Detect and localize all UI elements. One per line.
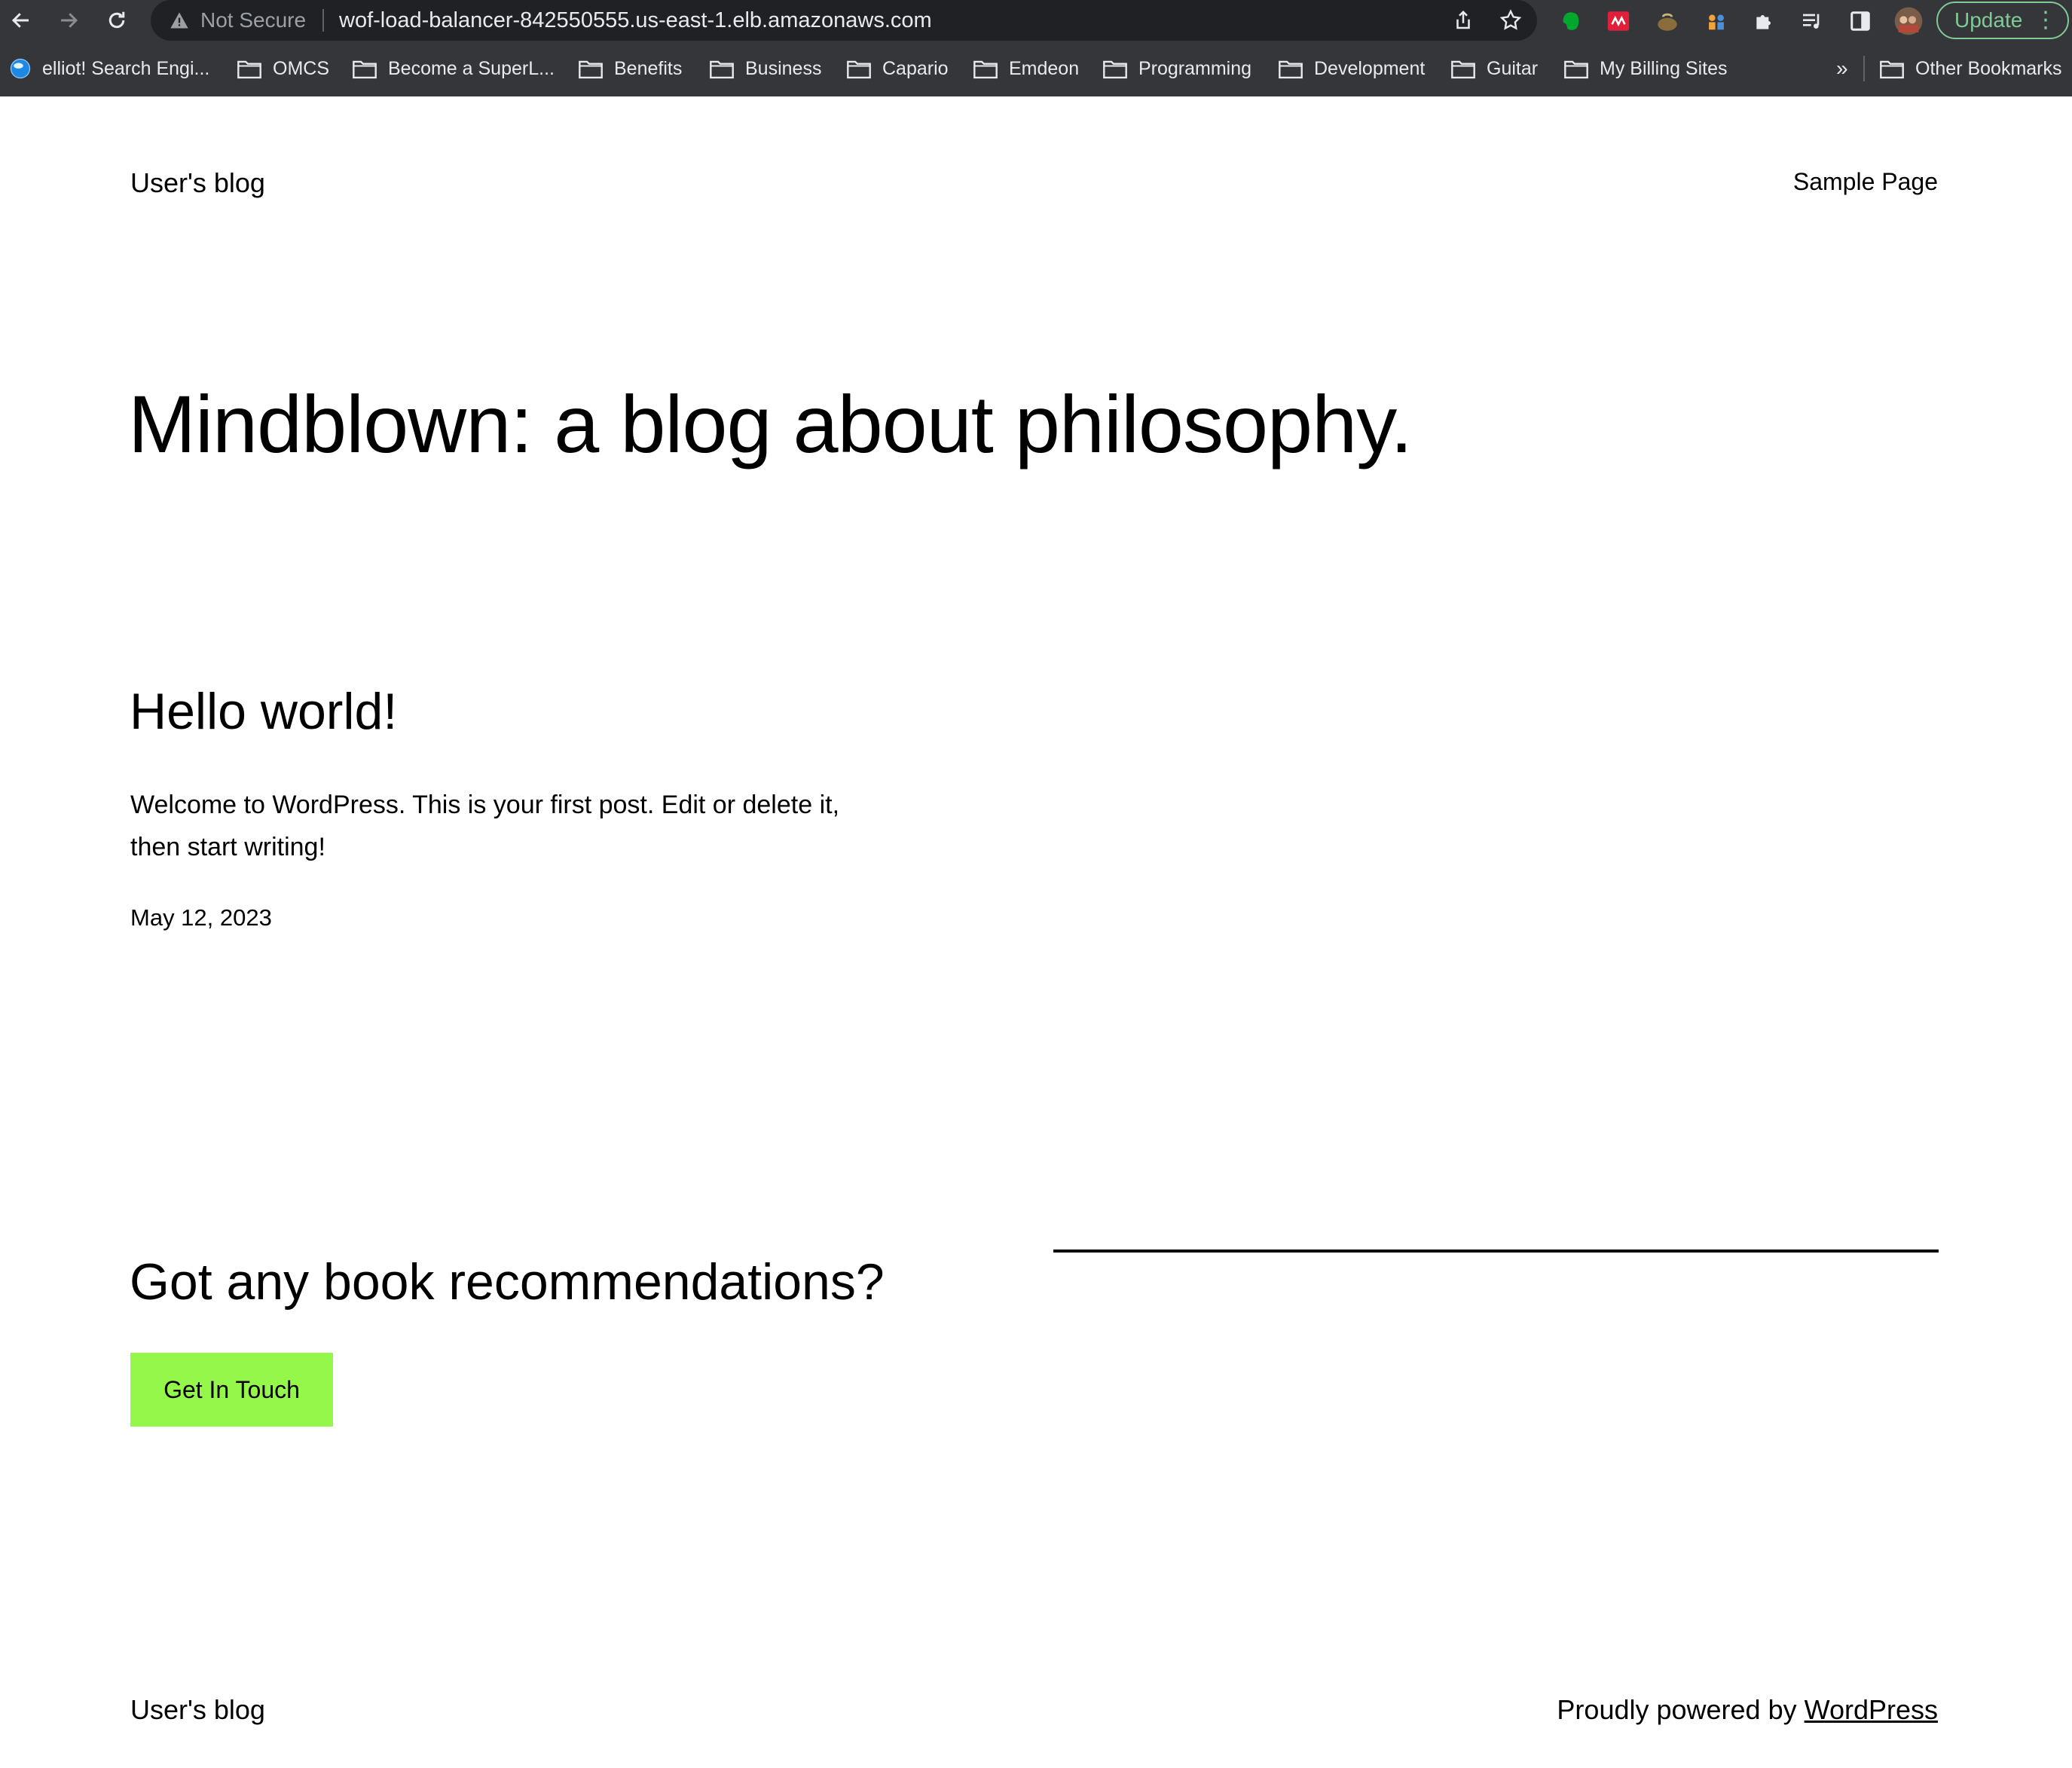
- site-title-link[interactable]: User's blog: [130, 167, 265, 199]
- post-title-link[interactable]: Hello world!: [130, 682, 397, 741]
- separator-line: [1053, 1250, 1939, 1253]
- browser-toolbar: Not Secure wof-load-balancer-842550555.u…: [0, 0, 2072, 41]
- folder-icon: [710, 60, 734, 79]
- nav-sample-page[interactable]: Sample Page: [1793, 168, 1938, 196]
- cta-heading: Got any book recommendations?: [130, 1253, 885, 1311]
- bookmark-star-icon[interactable]: [1496, 6, 1525, 35]
- bookmark-label: Emdeon: [1009, 57, 1080, 79]
- bookmark-programming[interactable]: Programming: [1102, 41, 1251, 96]
- bookmark-label: Capario: [882, 57, 949, 79]
- pot-extension-icon[interactable]: [1652, 6, 1682, 36]
- arrow-right-icon: [61, 13, 78, 28]
- footer-credit: Proudly powered by WordPress: [1557, 1694, 1938, 1726]
- page-hero-title: Mindblown: a blog about philosophy.: [128, 378, 1413, 470]
- bookmark-emdeon[interactable]: Emdeon: [973, 41, 1079, 96]
- bookmark-label: Business: [745, 57, 822, 79]
- warning-icon: [170, 12, 188, 29]
- bookmark-my-billing-sites[interactable]: My Billing Sites: [1563, 41, 1728, 96]
- kebab-menu-icon[interactable]: ⋮: [2034, 3, 2057, 38]
- arrow-left-icon: [11, 13, 29, 28]
- url-text[interactable]: wof-load-balancer-842550555.us-east-1.el…: [339, 0, 932, 41]
- bookmark-business[interactable]: Business: [709, 41, 821, 96]
- back-button[interactable]: [2, 0, 40, 41]
- reload-button[interactable]: [98, 0, 136, 41]
- forward-button[interactable]: [50, 0, 87, 41]
- side-panel-icon[interactable]: [1845, 6, 1875, 36]
- post-excerpt: Welcome to WordPress. This is your first…: [130, 791, 840, 861]
- folder-icon: [847, 60, 871, 79]
- footer-credit-prefix: Proudly powered by: [1557, 1694, 1805, 1725]
- wordpress-link[interactable]: WordPress: [1805, 1694, 1938, 1725]
- folder-icon: [973, 60, 998, 79]
- update-button[interactable]: Update ⋮: [1936, 2, 2069, 39]
- reload-icon: [108, 11, 125, 29]
- bookmark-label: Development: [1314, 57, 1426, 79]
- profile-avatar-icon[interactable]: [1893, 6, 1924, 36]
- bookmark-label: Guitar: [1487, 57, 1539, 79]
- bookmarks-divider: [1863, 56, 1865, 81]
- folder-icon: [1880, 60, 1904, 79]
- bookmark-label: Programming: [1138, 57, 1252, 79]
- extensions-puzzle-icon[interactable]: [1750, 6, 1780, 36]
- bookmark-guitar[interactable]: Guitar: [1450, 41, 1538, 96]
- evernote-extension-icon[interactable]: [1557, 6, 1587, 36]
- bookmark-label: elliot! Search Engi...: [42, 57, 210, 79]
- bookmark-become-a-superl[interactable]: Become a SuperL...: [352, 41, 555, 96]
- other-bookmarks-label: Other Bookmarks: [1915, 57, 2062, 79]
- share-icon[interactable]: [1449, 6, 1478, 35]
- bookmark-omcs[interactable]: OMCS: [237, 41, 329, 96]
- get-in-touch-button[interactable]: Get In Touch: [130, 1353, 333, 1427]
- bookmarks-overflow-button[interactable]: »: [1836, 41, 1848, 96]
- people-extension-icon[interactable]: [1701, 6, 1731, 36]
- folder-icon: [237, 60, 261, 79]
- bookmark-benefits[interactable]: Benefits: [578, 41, 682, 96]
- folder-icon: [1564, 60, 1588, 79]
- folder-icon: [579, 60, 603, 79]
- folder-icon: [1103, 60, 1127, 79]
- bookmark-capario[interactable]: Capario: [846, 41, 949, 96]
- footer-site-title[interactable]: User's blog: [130, 1694, 265, 1726]
- media-queue-icon[interactable]: [1797, 6, 1827, 36]
- security-label[interactable]: Not Secure: [200, 0, 306, 41]
- bookmark-label: Benefits: [614, 57, 683, 79]
- folder-icon: [1279, 60, 1303, 79]
- address-bar[interactable]: Not Secure wof-load-balancer-842550555.u…: [151, 0, 1537, 41]
- bookmarks-bar: elliot! Search Engi... OMCS Become a Sup…: [0, 41, 2072, 96]
- bookmark-label: Become a SuperL...: [388, 57, 555, 79]
- update-label: Update: [1954, 8, 2023, 32]
- bookmark-elliot[interactable]: elliot! Search Engi...: [9, 41, 209, 96]
- bookmark-development[interactable]: Development: [1278, 41, 1425, 96]
- folder-icon: [353, 60, 377, 79]
- chevron-double-right-icon: »: [1836, 57, 1848, 80]
- globe-icon: [10, 58, 31, 79]
- folder-icon: [1451, 60, 1475, 79]
- post-date: May 12, 2023: [130, 904, 272, 931]
- other-bookmarks[interactable]: Other Bookmarks: [1879, 41, 2062, 96]
- bookmark-label: My Billing Sites: [1600, 57, 1728, 79]
- bookmark-label: OMCS: [273, 57, 329, 79]
- red-extension-icon[interactable]: [1603, 6, 1633, 36]
- omnibox-divider: [322, 9, 324, 32]
